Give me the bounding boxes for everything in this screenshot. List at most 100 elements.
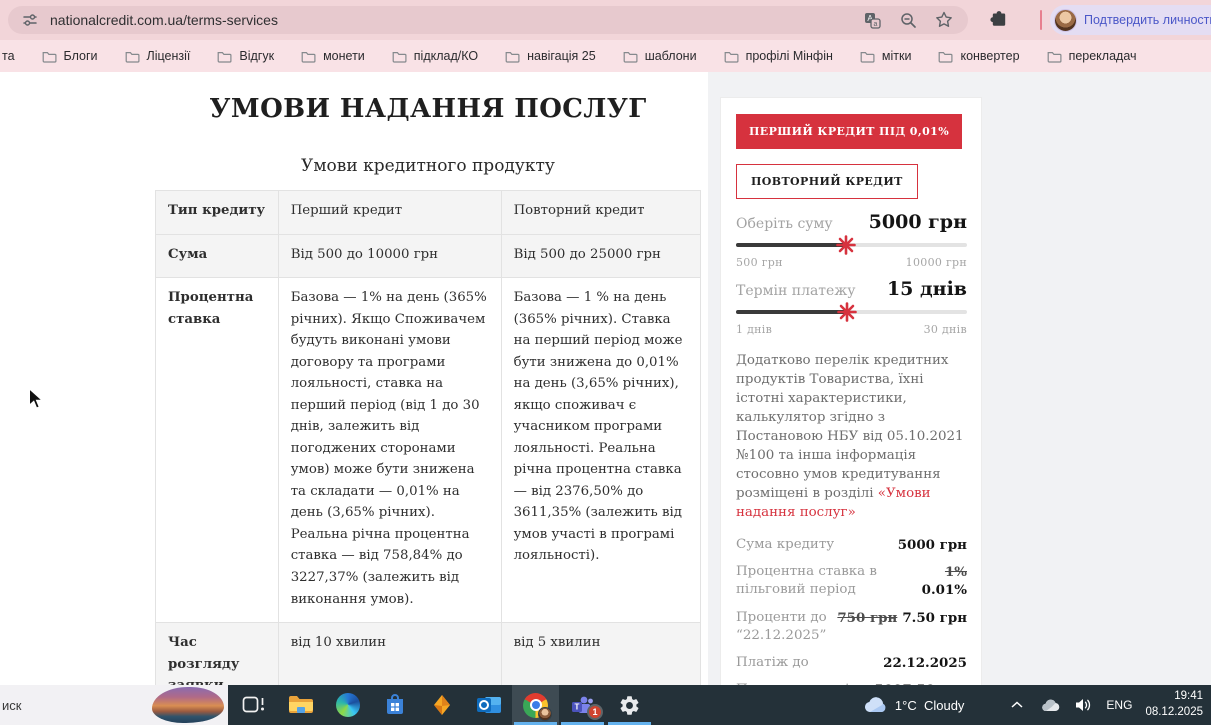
web-page-content: УМОВИ НАДАННЯ ПОСЛУГ Умови кредитного пр… (0, 72, 1211, 685)
bookmark-item[interactable]: шаблони (623, 49, 697, 63)
summary-label: Сума кредиту (736, 537, 835, 553)
speaker-icon[interactable] (1073, 695, 1093, 715)
summary-old-value: 1% (944, 564, 967, 581)
folder-icon (724, 50, 739, 63)
row-value-cell: Від 500 до 10000 грн (277, 233, 502, 279)
chrome-icon[interactable] (512, 685, 559, 725)
row-label-cell: Сума (155, 233, 279, 279)
zoom-out-icon[interactable] (898, 10, 918, 30)
extensions-puzzle-icon[interactable] (988, 9, 1008, 29)
profile-identity-chip[interactable]: Подтвердить личность (1050, 5, 1211, 35)
amount-slider[interactable] (736, 235, 967, 255)
term-slider-handle[interactable] (837, 302, 857, 322)
bookmark-label: Ліцензії (146, 49, 191, 63)
amount-min-label: 500 грн (736, 256, 783, 269)
folder-icon (392, 50, 407, 63)
products-note: Додатково перелік кредитних продуктів То… (736, 353, 964, 521)
summary-value: 22.12.2025 (883, 654, 967, 671)
amount-label: Оберіть суму (736, 216, 833, 232)
credit-terms-table: Тип кредиту Перший кредит Повторний кредит… (155, 190, 702, 685)
first-credit-button[interactable]: ПЕРШИЙ КРЕДИТ ПІД 0,01% (736, 114, 963, 149)
folder-icon (505, 50, 520, 63)
settings-gear-icon[interactable] (606, 685, 653, 725)
summary-row: Сума кредиту 5000 грн (736, 536, 967, 554)
bookmark-item[interactable]: Блоги (42, 49, 98, 63)
orange-app-icon[interactable] (418, 685, 465, 725)
table-row: Сума Від 500 до 10000 грн Від 500 до 25000… (155, 233, 702, 279)
table-header-cell: Тип кредиту (155, 190, 279, 235)
bookmark-label: Відгук (239, 49, 275, 63)
language-indicator[interactable]: ENG (1106, 698, 1132, 712)
bookmark-star-icon[interactable] (934, 10, 954, 30)
summary-label: Платіж до (736, 654, 809, 670)
row-value-cell: Базова — 1 % на день (365% річних). Став… (500, 277, 702, 624)
bookmark-label: шаблони (644, 49, 697, 63)
bookmark-item[interactable]: мітки (860, 49, 912, 63)
edge-icon[interactable] (324, 685, 371, 725)
url-text[interactable]: nationalcredit.com.ua/terms-services (50, 12, 862, 28)
summary-old-value: 750 грн (837, 609, 898, 626)
bookmark-label: навігація 25 (527, 49, 596, 63)
tray-chevron-up-icon[interactable] (1007, 695, 1027, 715)
translate-icon[interactable]: Aa (862, 10, 882, 30)
loan-calculator-card: ПЕРШИЙ КРЕДИТ ПІД 0,01% ПОВТОРНИЙ КРЕДИТ… (720, 97, 982, 685)
tray-time: 19:41 (1174, 690, 1203, 703)
bookmark-item[interactable]: монети (301, 49, 365, 63)
folder-icon (860, 50, 875, 63)
bookmark-item[interactable]: підклад/КО (392, 49, 478, 63)
bookmark-item[interactable]: перекладач (1047, 49, 1137, 63)
amount-slider-fill (736, 243, 846, 247)
onedrive-icon[interactable] (1040, 695, 1060, 715)
bookmark-item[interactable]: профілі Мінфін (724, 49, 833, 63)
bookmark-item[interactable]: Відгук (217, 49, 274, 63)
taskbar-search-box[interactable]: иск (0, 685, 228, 725)
search-daily-image[interactable] (152, 687, 224, 723)
svg-text:a: a (873, 21, 877, 28)
table-header-cell: Повторний кредит (500, 190, 702, 235)
summary-row: Платіж до 22.12.2025 (736, 654, 967, 672)
summary-value: 5000 грн (897, 537, 967, 554)
folder-icon (938, 50, 953, 63)
clock-widget[interactable]: 19:41 08.12.2025 (1145, 689, 1203, 720)
windows-taskbar: иск T 1 1°C Cloudy ENG 19:41 08.12.2025 (0, 685, 1211, 725)
bookmark-label: мітки (881, 49, 912, 63)
amount-slider-handle[interactable] (835, 235, 856, 255)
bookmark-label: та (2, 49, 15, 63)
row-value-cell: від 10 хвилин (277, 622, 502, 685)
page-subtitle: Умови кредитного продукту (301, 156, 555, 176)
profile-avatar (1054, 8, 1077, 32)
browser-address-bar: nationalcredit.com.ua/terms-services Aa … (0, 0, 1211, 40)
url-omnibox[interactable]: nationalcredit.com.ua/terms-services Aa (8, 6, 968, 34)
bookmarks-bar: та Блоги Ліцензії Відгук монети підклад/КО нав… (0, 40, 1211, 72)
term-value: 15 днів (886, 278, 967, 300)
microsoft-store-icon[interactable] (371, 685, 418, 725)
summary-row: Процентна ставка в пільговий період 1% 0.0… (736, 563, 967, 599)
bookmark-item[interactable]: та (2, 49, 15, 63)
bookmark-label: Блоги (63, 49, 98, 63)
bookmark-label: профілі Мінфін (745, 49, 833, 63)
loan-summary: Сума кредиту 5000 грн Процентна ставка в п… (736, 536, 967, 685)
bookmark-item[interactable]: навігація 25 (505, 49, 596, 63)
term-slider[interactable] (736, 302, 967, 322)
task-view-button[interactable] (230, 685, 277, 725)
summary-label: Проценти до “22.12.2025” (736, 609, 827, 643)
folder-icon (125, 50, 140, 63)
profile-chip-label: Подтвердить личность (1084, 13, 1211, 27)
bookmark-label: перекладач (1068, 49, 1137, 63)
bookmark-item[interactable]: конвертер (938, 49, 1020, 63)
amount-max-label: 10000 грн (905, 256, 967, 269)
folder-icon (217, 50, 232, 63)
page-title: УМОВИ НАДАННЯ ПОСЛУГ (209, 94, 647, 124)
outlook-icon[interactable] (465, 685, 512, 725)
bookmark-label: монети (323, 49, 365, 63)
site-info-tune-icon[interactable] (20, 10, 40, 30)
weather-widget[interactable]: 1°C Cloudy (863, 697, 964, 713)
bookmark-label: конвертер (960, 49, 1020, 63)
file-explorer-icon[interactable] (277, 685, 324, 725)
folder-icon (42, 50, 57, 63)
bookmark-item[interactable]: Ліцензії (125, 49, 191, 63)
row-value-cell: Від 500 до 25000 грн (500, 233, 702, 279)
repeat-credit-button[interactable]: ПОВТОРНИЙ КРЕДИТ (736, 164, 918, 199)
teams-icon[interactable]: T 1 (559, 685, 606, 725)
taskbar-search-text: иск (2, 697, 22, 713)
